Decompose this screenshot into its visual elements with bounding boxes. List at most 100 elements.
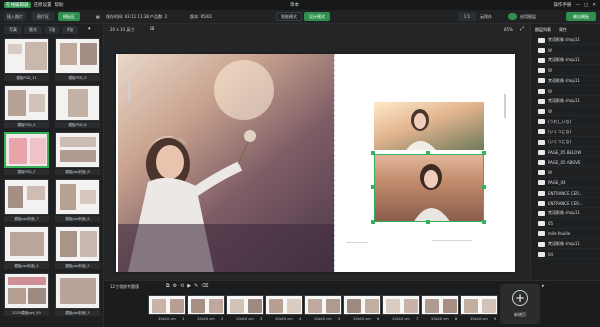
design-mode-button[interactable]: 设计模式 xyxy=(304,12,330,21)
template-thumb-selected[interactable]: 模板PSD_2 xyxy=(4,132,49,177)
template-thumb[interactable]: 模板psd封面_7 xyxy=(4,179,49,224)
menu-item-restore[interactable]: 还原设置 xyxy=(34,2,52,8)
page-text-block[interactable] xyxy=(432,240,472,250)
layer-item[interactable]: PAGE_04 xyxy=(533,179,599,188)
selection-handle[interactable] xyxy=(371,220,375,224)
selection-handle[interactable] xyxy=(371,151,375,155)
spread-thumb[interactable]: 20x10 cm 4 xyxy=(265,295,303,325)
template-thumb[interactable]: 模板PSD_9 xyxy=(55,38,100,83)
template-thumb-label: 模板PSD_6 xyxy=(55,122,100,128)
layer-item[interactable]: W xyxy=(533,67,599,76)
selection-handle[interactable] xyxy=(426,220,430,224)
template-thumb[interactable]: 模板psd封面_6 xyxy=(55,179,100,224)
layer-item[interactable]: 04 xyxy=(533,250,599,260)
template-thumb[interactable]: 模板psd封面_5 xyxy=(55,226,100,271)
spread-thumb[interactable]: 20x10 cm 6 xyxy=(343,295,381,325)
layer-item[interactable]: ENTRANCE CER... xyxy=(533,199,599,209)
layer-item[interactable]: mile feuille xyxy=(533,230,599,239)
template-thumb[interactable]: 模板psd封面_3 xyxy=(55,273,100,318)
right-page-photo-top[interactable] xyxy=(374,102,484,150)
layer-toggle[interactable] xyxy=(508,13,517,20)
menu-item-help[interactable]: 帮助 xyxy=(55,2,64,8)
layer-item[interactable]: 05 xyxy=(533,220,599,229)
page-text-vertical[interactable] xyxy=(128,82,130,102)
layer-item[interactable]: 梵语影像 shop11 xyxy=(533,56,599,66)
insert-image-button[interactable]: 插入图片 xyxy=(4,12,26,21)
add-page-button[interactable]: + 新增页 xyxy=(500,284,540,324)
template-thumb[interactable]: 2020模板psd_49 xyxy=(4,273,49,318)
template-thumb[interactable]: 模板psd封面_4 xyxy=(4,226,49,271)
smart-mode-button[interactable]: 智能模式 xyxy=(276,12,302,21)
tab-properties[interactable]: 属性 xyxy=(559,27,567,33)
image-tab-button[interactable]: 图片区 xyxy=(32,12,54,21)
spread-thumb[interactable]: 20x10 cm 3 xyxy=(226,295,264,325)
layer-item[interactable]: (いくつにな) xyxy=(533,128,599,137)
spread-thumb[interactable]: 20x10 cm 2 xyxy=(187,295,225,325)
page-text-block[interactable] xyxy=(346,242,368,252)
spread-thumb-image xyxy=(187,295,225,315)
template-thumb[interactable]: 模板PSD_11 xyxy=(4,38,49,83)
strip-tools-icon[interactable]: ⧉⚙⟲▶✎⌫ xyxy=(166,283,211,289)
layer-item[interactable]: 梵语影像 shop11 xyxy=(533,97,599,107)
spread-thumb[interactable]: 20x10 cm 8 xyxy=(421,295,459,325)
pager-next-icon[interactable]: ▸ xyxy=(542,283,545,289)
selection-handle[interactable] xyxy=(482,151,486,155)
tab-layers[interactable]: 图层列表 xyxy=(535,27,551,33)
spread-thumb[interactable]: 20x10 cm 9 xyxy=(460,295,498,325)
right-page-photo-bottom[interactable] xyxy=(374,154,484,222)
minimize-icon[interactable]: — xyxy=(575,3,580,8)
spread-thumb[interactable]: 20x10 cm 5 xyxy=(304,295,342,325)
template-thumb[interactable]: 模板psd封面_8 xyxy=(55,132,100,177)
template-thumb[interactable]: 模板PSD_4 xyxy=(4,85,49,130)
layout-icon[interactable]: ▦ xyxy=(96,14,100,19)
export-template-button[interactable]: 输出模板 xyxy=(566,12,596,21)
layer-item[interactable]: 梵语影像 shop11 xyxy=(533,240,599,249)
template-thumb-label: 模板PSD_2 xyxy=(4,169,49,175)
layer-item[interactable]: (いくつにな) xyxy=(533,138,599,147)
template-thumb[interactable]: 模板PSD_6 xyxy=(55,85,100,130)
layer-item[interactable]: PAGE_05 ABOVE xyxy=(533,158,599,168)
layer-item[interactable]: W xyxy=(533,46,599,56)
help-manual-link[interactable]: 操作手册 xyxy=(553,2,571,8)
app-label[interactable]: 在线编辑器 xyxy=(4,2,31,8)
selection-handle[interactable] xyxy=(371,185,375,189)
page-text-vertical[interactable] xyxy=(504,94,506,118)
album-spread-page[interactable] xyxy=(116,54,515,272)
spread-size-label: 20x10 cm xyxy=(392,317,410,321)
filter-count-label: 1张 xyxy=(48,27,56,32)
zoom-select[interactable]: 1:1 xyxy=(458,12,476,21)
layer-item[interactable]: 梵语影像 shop11 xyxy=(533,36,599,45)
layer-item[interactable]: 梵语影像 shop11 xyxy=(533,77,599,86)
filter-count[interactable]: 1张 xyxy=(44,26,60,34)
filter-layout[interactable]: 版式 xyxy=(24,26,42,34)
maximize-icon[interactable]: □ xyxy=(584,3,588,8)
spread-number: 1 xyxy=(182,317,185,321)
filter-icon[interactable]: ▾ xyxy=(88,26,91,32)
cloud-save-button[interactable]: 云保存 xyxy=(480,14,492,20)
filter-category[interactable]: 写真 xyxy=(4,26,22,34)
layer-item[interactable]: W xyxy=(533,169,599,178)
layer-item[interactable]: 梵语影像 shop11 xyxy=(533,209,599,219)
layer-item[interactable]: W xyxy=(533,107,599,117)
layer-item[interactable]: ENTRANCE CER... xyxy=(533,189,599,198)
template-thumb-label: 模板psd封面_3 xyxy=(55,310,100,316)
spread-thumb[interactable]: 20x10 cm 7 xyxy=(382,295,420,325)
filter-category-label: 写真 xyxy=(9,27,17,32)
layer-item[interactable]: W xyxy=(533,87,599,96)
spread-thumb[interactable]: 20x10 cm 1 xyxy=(148,295,186,325)
filter-photos[interactable]: 4张 xyxy=(62,26,78,34)
spread-number: 9 xyxy=(494,317,497,321)
close-icon[interactable]: ✕ xyxy=(592,3,596,8)
layer-item[interactable]: (うれしいな) xyxy=(533,118,599,127)
layer-thumb-icon xyxy=(538,190,545,196)
fit-icon[interactable]: ⤢ xyxy=(520,26,524,32)
template-thumb-label: 模板PSD_9 xyxy=(55,75,100,81)
top-toolbar: 插入图片 图片区 模板区 ▦ 保存时间: 03:11 11:38 产品数: 2 … xyxy=(0,10,600,24)
template-tab-button[interactable]: 模板区 xyxy=(58,12,80,21)
selection-handle[interactable] xyxy=(482,220,486,224)
left-page-photo[interactable] xyxy=(118,54,334,272)
grid-icon[interactable]: ⊞ xyxy=(150,26,154,32)
selection-handle[interactable] xyxy=(482,185,486,189)
layer-item[interactable]: PAGE_05 BELOW xyxy=(533,148,599,158)
selection-handle[interactable] xyxy=(426,151,430,155)
